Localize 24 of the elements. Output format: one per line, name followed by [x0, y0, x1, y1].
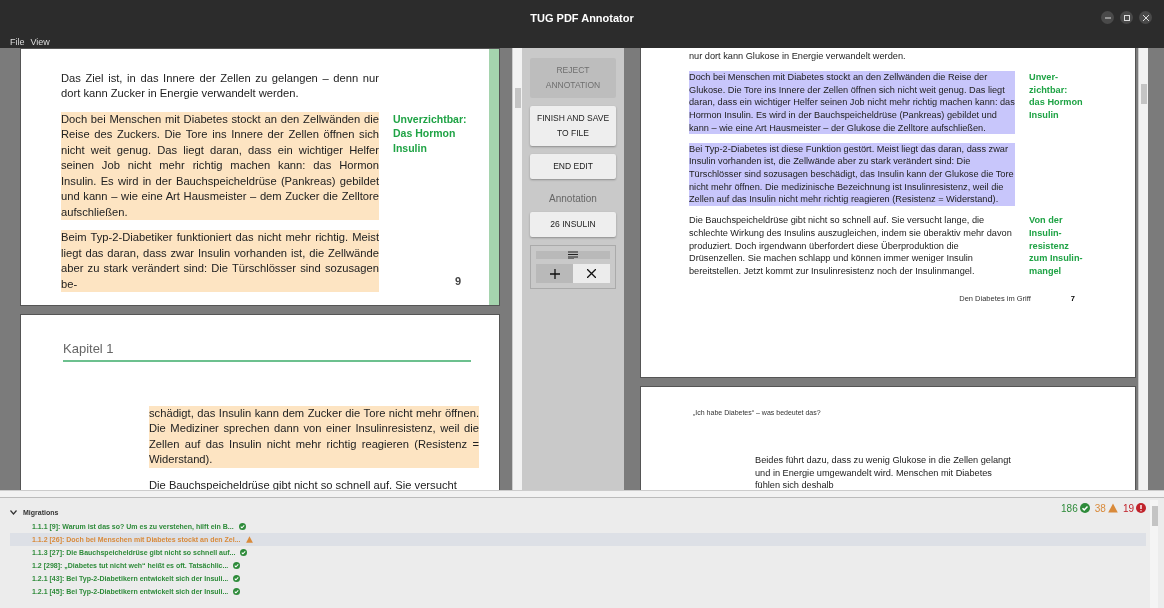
paragraph: Doch bei Menschen mit Diabetes stockt an den Zellwänden die Reise der Glukose. Die Tore ins Innere der Zellen öffnen sich nicht weit genug. Das liegt daran, dass ein wichtiger Helfer seinen Job nicht mehr richtig machen kann: das Hormon Insulin. Es wird in der Bauchspeicheldrüse (Pankreas) gebildet und kann – wie eine Art Hausmeister – der Glukose die Zelltore aufschließen. [689, 70, 1015, 135]
paragraph: schädigt, das Insulin kann dem Zucker die Tore nicht mehr öffnen. Die Mediziner sprechen dann von einer Insulinresistenz, weil die Zellen auf das Insulin nicht mehr richtig reagieren (Resistenz = Widerstand). [149, 406, 479, 468]
ok-count: 186 [1061, 502, 1078, 514]
paragraph: Das Ziel ist, in das Innere der Zellen zu gelangen – denn nur dort kann Zucker in Energie verwandelt werden. [61, 71, 379, 102]
paragraph: Bei Typ-2-Diabetes ist diese Funktion gestört. Meist liegt das daran, dass zwar Insulin vorhanden ist, die Zellwände aber zu stark verändert sind: Die Türschlösser sind sozusagen beschädigt, das Insulin kann der Glukose die Tore nicht mehr öffnen. Die medizinische Bezeichnung ist Insulinresistenz, weil die Zellen auf das Insulin nicht mehr richtig reagieren (Resistenz = Widerstand). [689, 142, 1015, 207]
error-count: 19 [1122, 502, 1134, 514]
paragraph: Beim Typ-2-Diabetiker funktioniert das nicht mehr richtig. Meist liegt das daran, dass zwar Insulin vorhanden ist, die Zellwände aber zu stark verändert sind: Die Türschlösser sind sozusagen be- [61, 230, 379, 293]
margin-note: Von der Insulin- resistenz zum Insulin- mangel [1028, 214, 1084, 278]
action-button[interactable]: END EDIT [530, 154, 616, 179]
chapter-heading: Kapitel 1 [63, 341, 471, 362]
paragraph: Doch bei Menschen mit Diabetes stockt an den Zellwänden die Reise des Zuckers. Die Tore ins Innere der Zellen öffnen sich nicht weit genug. Das liegt daran, dass ein wichtiger Helfer seinen Job nicht mehr richtig machen kann: das Hormon Insulin. Es wird in der Bauchspeicheldrüse (Pankreas) gebildet und kann – wie eine Art Hausmeister – dem Zucker die Zelltore aufschließen. [61, 112, 379, 221]
action-button[interactable]: FINISH AND SAVE TO FILE [530, 106, 616, 146]
annotation-label: Annotation [548, 193, 598, 204]
annotation-button[interactable]: 26 INSULIN [530, 212, 616, 237]
paragraph: nur dort kann Glukose in Energie verwandelt werden. [689, 50, 907, 63]
window-title: TUG PDF Annotator [530, 12, 634, 24]
margin-note: Unverzichtbar: Das Hormon Insulin [392, 112, 468, 156]
paragraph: Beides führt dazu, dass zu wenig Glukose in die Zellen gelangt und in Energie umgewandelt wird. Menschen mit Diabetes fühlen sich deshalb [755, 454, 1012, 490]
warning-count: 38 [1094, 502, 1106, 514]
menu-item[interactable]: File [10, 36, 25, 48]
paragraph: Die Bauchspeicheldrüse gibt nicht so schnell auf. Sie versucht lange, die schlechte Wirkung des Insulins auszugleichen, indem sie überaktiv mehr davon produziert. Doch irgendwann überfordert diese Überproduktion die Drüsenzellen. Sie machen schlapp und können immer weniger Insulin bereitstellen. Jetzt kommt zur Insulinresistenz noch der Insulinmangel. [689, 214, 1013, 278]
menu-item[interactable]: View [30, 36, 50, 48]
margin-note: Unver- zichtbar: das Hormon Insulin [1028, 70, 1084, 122]
page-number: 9 [454, 275, 461, 287]
